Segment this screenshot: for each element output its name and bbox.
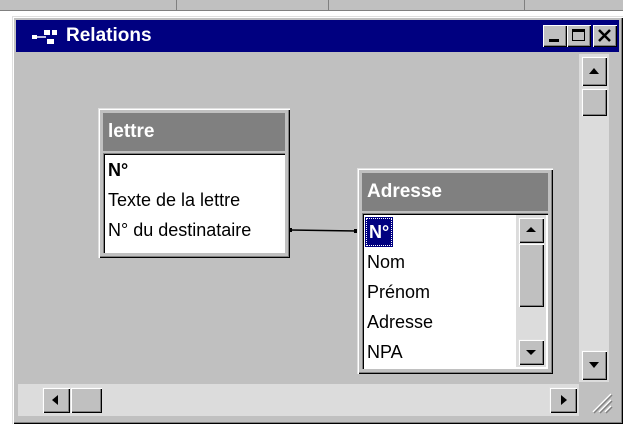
- arrow-right-icon: [561, 395, 567, 405]
- separator: [524, 0, 525, 10]
- table-lettre[interactable]: lettre N° Texte de la lettre N° du desti…: [98, 108, 290, 258]
- title-bar[interactable]: Relations: [16, 20, 619, 52]
- field-adresse-no[interactable]: N°: [365, 217, 394, 247]
- scroll-up-button[interactable]: [518, 217, 544, 243]
- relations-icon: [32, 30, 57, 44]
- horizontal-scrollbar[interactable]: [18, 384, 579, 416]
- size-grip[interactable]: [581, 384, 615, 416]
- separator: [328, 0, 329, 10]
- close-icon: [598, 29, 611, 42]
- scroll-down-button[interactable]: [518, 339, 544, 365]
- window-title: Relations: [66, 25, 152, 46]
- relations-window: Relations lettre N° Texte de la lettre N…: [12, 16, 623, 424]
- minimize-button[interactable]: [543, 25, 567, 47]
- field-adresse-nom[interactable]: Nom: [367, 247, 405, 277]
- scroll-left-button[interactable]: [42, 387, 70, 413]
- field-lettre-no[interactable]: N°: [108, 155, 128, 185]
- background-toolbar-strip: [0, 0, 623, 11]
- maximize-icon: [572, 29, 585, 41]
- field-lettre-destinataire[interactable]: N° du destinataire: [108, 215, 251, 245]
- separator: [176, 0, 177, 10]
- field-lettre-texte[interactable]: Texte de la lettre: [108, 185, 240, 215]
- maximize-button[interactable]: [567, 25, 591, 47]
- minimize-icon: [549, 39, 559, 42]
- vertical-scroll-thumb[interactable]: [581, 88, 607, 116]
- scroll-down-button[interactable]: [581, 350, 607, 380]
- relations-canvas[interactable]: lettre N° Texte de la lettre N° du desti…: [18, 54, 617, 418]
- table-adresse-fields: N° Nom Prénom Adresse NPA: [362, 213, 548, 369]
- field-adresse-adresse[interactable]: Adresse: [367, 307, 433, 337]
- scroll-right-button[interactable]: [549, 387, 577, 413]
- vertical-scrollbar[interactable]: [579, 54, 609, 382]
- arrow-left-icon: [52, 395, 58, 405]
- field-adresse-npa[interactable]: NPA: [367, 337, 403, 367]
- table-adresse[interactable]: Adresse N° Nom Prénom Adresse NPA: [357, 168, 553, 374]
- arrow-down-icon: [589, 362, 599, 368]
- scroll-up-button[interactable]: [581, 56, 607, 86]
- adresse-fields-scrollbar[interactable]: [516, 215, 546, 367]
- arrow-down-icon: [526, 350, 536, 355]
- scroll-thumb[interactable]: [518, 243, 544, 307]
- table-lettre-header[interactable]: lettre: [103, 113, 285, 151]
- table-lettre-fields: N° Texte de la lettre N° du destinataire: [103, 153, 285, 253]
- arrow-up-icon: [589, 68, 599, 74]
- table-adresse-header[interactable]: Adresse: [362, 173, 548, 211]
- resize-grip-icon: [592, 393, 613, 414]
- close-button[interactable]: [593, 25, 617, 47]
- field-adresse-prenom[interactable]: Prénom: [367, 277, 430, 307]
- horizontal-scroll-thumb[interactable]: [70, 387, 102, 413]
- arrow-up-icon: [526, 227, 536, 232]
